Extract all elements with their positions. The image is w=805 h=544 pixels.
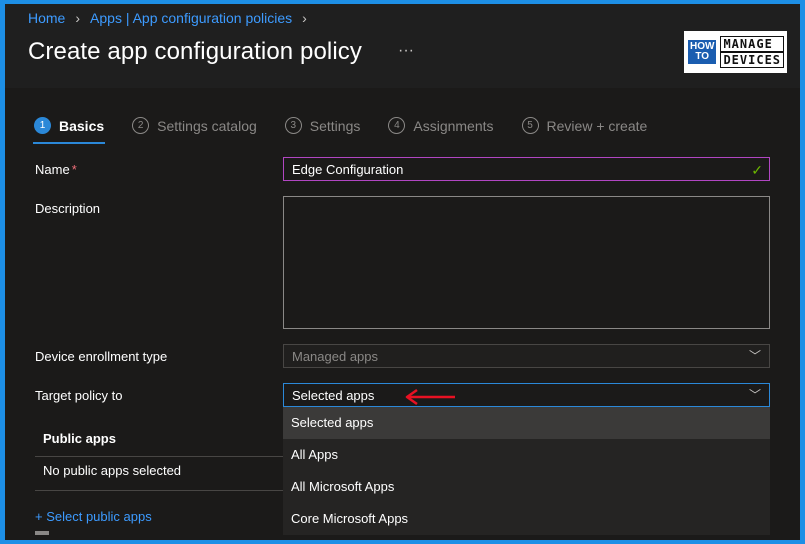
name-value: Edge Configuration — [292, 162, 404, 177]
step-number-icon: 2 — [132, 117, 150, 134]
chevron-right-icon: › — [75, 10, 81, 26]
breadcrumb-home[interactable]: Home — [28, 10, 65, 26]
description-label: Description — [35, 201, 101, 216]
partial-content — [35, 531, 49, 535]
red-arrow-annotation-icon — [405, 388, 455, 406]
logo-badge: HOW TO — [688, 40, 717, 64]
step-label: Review + create — [546, 117, 648, 134]
step-assignments[interactable]: 4 Assignments — [388, 117, 494, 134]
step-review-create[interactable]: 5 Review + create — [521, 117, 648, 134]
description-field[interactable] — [283, 196, 770, 329]
public-apps-header: Public apps — [43, 431, 116, 446]
target-policy-label: Target policy to — [35, 388, 123, 403]
dropdown-option-all-apps[interactable]: All Apps — [283, 439, 770, 471]
step-label: Basics — [59, 117, 105, 134]
step-label: Settings — [309, 117, 361, 134]
name-label: Name * — [35, 162, 77, 177]
header-area: Home › Apps | App configuration policies… — [5, 4, 800, 88]
checkmark-icon: ✓ — [751, 162, 763, 178]
step-number-icon: 3 — [284, 117, 302, 134]
target-policy-select[interactable]: Selected apps ﹀ — [283, 383, 770, 407]
public-apps-empty-text: No public apps selected — [43, 463, 182, 478]
target-policy-value: Selected apps — [292, 388, 375, 403]
name-field[interactable]: Edge Configuration ✓ — [283, 157, 770, 181]
enrollment-type-label: Device enrollment type — [35, 349, 168, 364]
dropdown-option-all-microsoft-apps[interactable]: All Microsoft Apps — [283, 471, 770, 503]
page-title: Create app configuration policy — [28, 38, 362, 65]
step-basics[interactable]: 1 Basics — [34, 117, 104, 134]
step-settings[interactable]: 3 Settings — [284, 117, 361, 134]
step-number-icon: 5 — [521, 117, 539, 134]
step-number-icon: 1 — [34, 117, 51, 134]
wizard-steps: 1 Basics 2 Settings catalog 3 Settings 4… — [34, 117, 675, 134]
select-public-apps-link[interactable]: + Select public apps — [35, 509, 152, 524]
main-content: 1 Basics 2 Settings catalog 3 Settings 4… — [5, 88, 800, 540]
logo-wordmark: MANAGE DEVICES — [720, 36, 785, 68]
active-step-indicator — [33, 142, 105, 144]
chevron-down-icon: ﹀ — [748, 388, 761, 402]
required-marker: * — [71, 162, 77, 177]
chevron-right-icon: › — [302, 10, 307, 26]
dropdown-option-core-microsoft-apps[interactable]: Core Microsoft Apps — [283, 503, 770, 535]
step-label: Assignments — [413, 117, 494, 134]
divider — [35, 456, 283, 457]
target-policy-dropdown: Selected apps All Apps All Microsoft App… — [283, 407, 770, 535]
divider — [35, 490, 283, 491]
step-settings-catalog[interactable]: 2 Settings catalog — [132, 117, 257, 134]
chevron-down-icon: ﹀ — [748, 349, 761, 363]
enrollment-type-value: Managed apps — [292, 349, 379, 364]
breadcrumb-app-configuration-policies[interactable]: Apps | App configuration policies — [90, 10, 292, 26]
more-options-button[interactable]: ··· — [398, 42, 414, 60]
breadcrumb: Home › Apps | App configuration policies… — [28, 10, 311, 26]
enrollment-type-select: Managed apps ﹀ — [283, 344, 770, 368]
dropdown-option-selected-apps[interactable]: Selected apps — [283, 407, 770, 439]
step-number-icon: 4 — [388, 117, 406, 134]
step-label: Settings catalog — [157, 117, 257, 134]
howtomanagedevices-logo: HOW TO MANAGE DEVICES — [684, 31, 787, 73]
